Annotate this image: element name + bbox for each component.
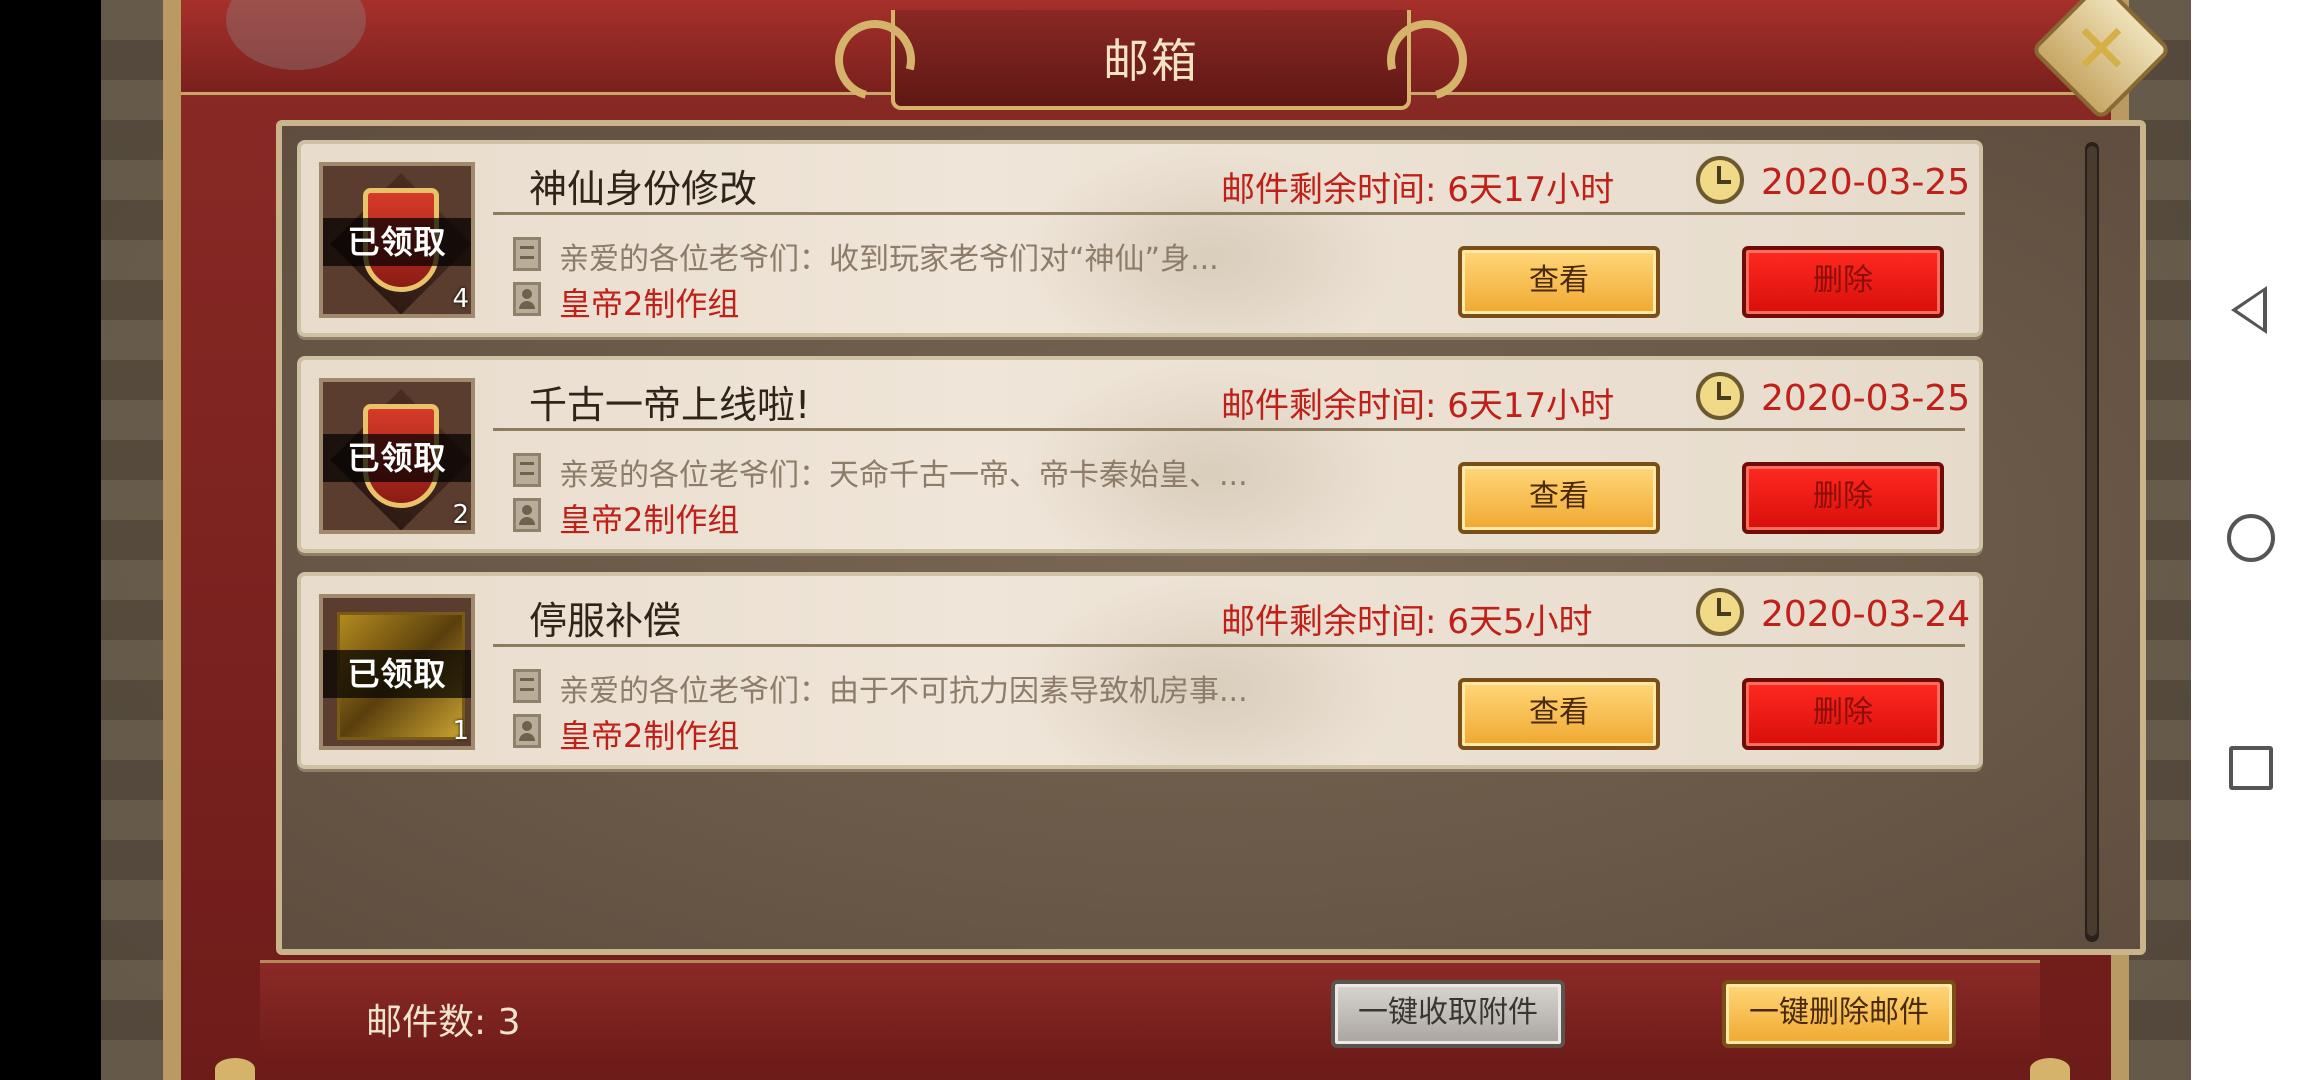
view-button[interactable]: 查看 [1458, 462, 1660, 534]
person-icon [513, 714, 541, 748]
delete-button[interactable]: 删除 [1742, 462, 1944, 534]
mail-date: 2020-03-24 [1761, 594, 1971, 635]
view-button[interactable]: 查看 [1458, 678, 1660, 750]
collect-all-attachments-button[interactable]: 一键收取附件 [1331, 980, 1565, 1048]
mail-title: 停服补偿 [529, 599, 682, 643]
mail-item[interactable]: 已领取 1 停服补偿 邮件剩余时间: 6天5小时 2020-03-24 亲爱的各… [297, 572, 1983, 769]
corner-ornament-left [215, 1058, 255, 1080]
mail-date: 2020-03-25 [1761, 378, 1971, 419]
home-icon[interactable] [2227, 514, 2275, 562]
left-bezel [0, 0, 101, 1080]
mail-date: 2020-03-25 [1761, 162, 1971, 203]
close-icon: ✕ [2072, 9, 2130, 89]
document-icon [513, 453, 541, 487]
mail-sender: 皇帝2制作组 [559, 285, 740, 323]
mail-preview: 亲爱的各位老爷们：天命千古一帝、帝卡秦始皇、... [559, 458, 1248, 493]
attachment-thumbnail: 已领取 4 [319, 162, 475, 318]
delete-button[interactable]: 删除 [1742, 678, 1944, 750]
mail-item[interactable]: 已领取 2 千古一帝上线啦! 邮件剩余时间: 6天17小时 2020-03-25… [297, 356, 1983, 553]
attachment-thumbnail: 已领取 1 [319, 594, 475, 750]
mail-item[interactable]: 已领取 4 神仙身份修改 邮件剩余时间: 6天17小时 2020-03-25 亲… [297, 140, 1983, 337]
clock-icon [1696, 588, 1744, 636]
title-plate: 邮箱 [820, 5, 1482, 115]
recents-icon[interactable] [2229, 746, 2273, 790]
mail-title: 神仙身份修改 [529, 167, 758, 211]
remaining-time: 邮件剩余时间: 6天17小时 [1221, 170, 1615, 210]
page-title: 邮箱 [1103, 34, 1199, 88]
mailbox-footer: 邮件数: 3 一键收取附件 一键删除邮件 [260, 960, 2040, 1065]
mail-count: 邮件数: 3 [366, 1002, 521, 1043]
left-decoration [101, 0, 171, 1080]
claimed-label: 已领取 [323, 650, 471, 698]
claimed-label: 已领取 [323, 218, 471, 266]
attachment-count: 2 [452, 500, 469, 530]
corner-ornament-right [2030, 1058, 2070, 1080]
clock-icon [1696, 372, 1744, 420]
divider [493, 428, 1965, 431]
remaining-time: 邮件剩余时间: 6天17小时 [1221, 386, 1615, 426]
document-icon [513, 669, 541, 703]
view-button[interactable]: 查看 [1458, 246, 1660, 318]
scrollbar-thumb[interactable] [2087, 146, 2097, 936]
mail-preview: 亲爱的各位老爷们：收到玩家老爷们对“神仙”身... [559, 242, 1219, 277]
claimed-label: 已领取 [323, 434, 471, 482]
remaining-time: 邮件剩余时间: 6天5小时 [1221, 602, 1593, 642]
attachment-thumbnail: 已领取 2 [319, 378, 475, 534]
mail-sender: 皇帝2制作组 [559, 501, 740, 539]
divider [493, 212, 1965, 215]
delete-all-mail-button[interactable]: 一键删除邮件 [1722, 980, 1956, 1048]
clock-icon [1696, 156, 1744, 204]
document-icon [513, 237, 541, 271]
system-navigation-bar [2191, 0, 2310, 1080]
person-icon [513, 282, 541, 316]
attachment-count: 4 [452, 284, 469, 314]
mail-sender: 皇帝2制作组 [559, 717, 740, 755]
person-icon [513, 498, 541, 532]
mail-preview: 亲爱的各位老爷们：由于不可抗力因素导致机房事... [559, 674, 1248, 709]
delete-button[interactable]: 删除 [1742, 246, 1944, 318]
mail-title: 千古一帝上线啦! [529, 383, 811, 427]
divider [493, 644, 1965, 647]
attachment-count: 1 [452, 716, 469, 746]
back-icon[interactable] [2231, 286, 2267, 334]
